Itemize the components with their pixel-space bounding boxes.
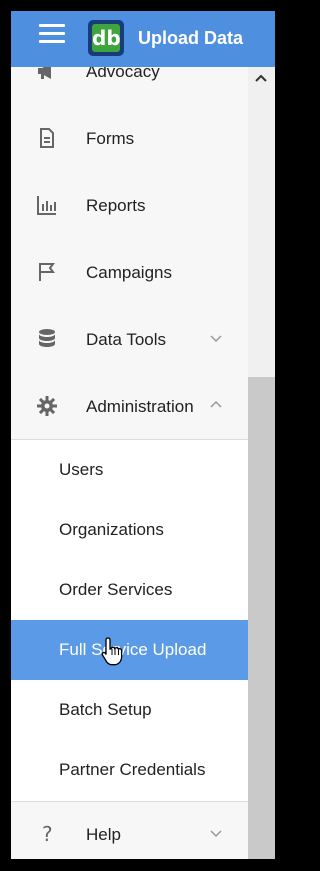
app-frame: db Upload Data Advocacy Forms Reports Ca… <box>11 11 275 859</box>
submenu-item-label: Organizations <box>59 520 164 539</box>
submenu-item-full-service-upload[interactable]: Full Service Upload <box>11 620 248 680</box>
sidebar-item-help[interactable]: ? Help <box>11 800 248 859</box>
scrollbar-thumb[interactable] <box>248 377 275 859</box>
sidebar-item-data-tools[interactable]: Data Tools <box>11 305 248 372</box>
sidebar-item-label: Administration <box>86 397 194 416</box>
chevron-up-icon[interactable] <box>209 398 223 412</box>
app-logo: db <box>88 20 124 56</box>
chevron-down-icon[interactable] <box>209 826 223 840</box>
top-bar: db Upload Data <box>11 11 275 67</box>
flag-icon <box>39 263 55 281</box>
sidebar-item-administration[interactable]: Administration <box>11 372 248 439</box>
submenu-item-users[interactable]: Users <box>11 440 248 500</box>
submenu-item-label: Order Services <box>59 580 173 599</box>
document-icon <box>40 128 54 148</box>
scrollbar[interactable] <box>248 67 275 859</box>
submenu-item-label: Full Service Upload <box>59 640 207 659</box>
page-title: Upload Data <box>138 28 244 48</box>
administration-submenu: Users Organizations Order Services Full … <box>11 439 248 802</box>
submenu-item-organizations[interactable]: Organizations <box>11 500 248 560</box>
sidebar-item-forms[interactable]: Forms <box>11 104 248 171</box>
logo-text: db <box>92 24 121 52</box>
sidebar-item-campaigns[interactable]: Campaigns <box>11 238 248 305</box>
hand-pointer-icon <box>101 637 123 666</box>
submenu-item-order-services[interactable]: Order Services <box>11 560 248 620</box>
sidebar-item-label: Forms <box>86 129 135 148</box>
submenu-item-batch-setup[interactable]: Batch Setup <box>11 680 248 740</box>
sidebar-item-label: Campaigns <box>86 263 172 282</box>
submenu-item-label: Users <box>59 460 104 479</box>
hamburger-menu-icon[interactable] <box>39 24 65 44</box>
bar-chart-icon <box>37 196 56 215</box>
sidebar-item-label: Reports <box>86 196 146 215</box>
sidebar-item-label: Data Tools <box>86 330 167 349</box>
submenu-item-partner-credentials[interactable]: Partner Credentials <box>11 740 248 800</box>
svg-text:?: ? <box>42 822 53 846</box>
submenu-item-label: Batch Setup <box>59 700 152 719</box>
gear-icon <box>37 396 57 416</box>
chevron-down-icon[interactable] <box>209 331 223 345</box>
database-icon <box>39 329 55 347</box>
question-icon: ? <box>42 822 53 846</box>
submenu-item-label: Partner Credentials <box>59 760 206 779</box>
scroll-up-arrow-icon[interactable] <box>254 71 268 85</box>
sidebar-item-label: Help <box>86 825 121 844</box>
sidebar-item-reports[interactable]: Reports <box>11 171 248 238</box>
